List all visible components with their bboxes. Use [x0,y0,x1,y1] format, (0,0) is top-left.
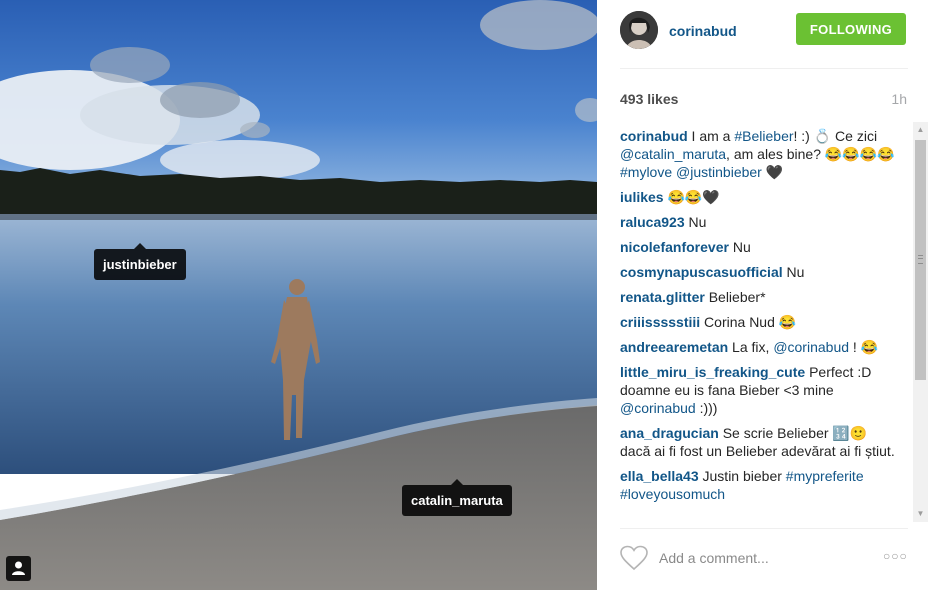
comment-text: , am ales bine? 😂😂😂😂 [726,146,895,162]
post-time[interactable]: 1h [891,91,907,107]
likes-count[interactable]: 493 likes [620,91,678,107]
comment-username[interactable]: renata.glitter [620,289,705,305]
comment-item: iulikes 😂😂🖤 [620,188,900,206]
comment-link[interactable]: @justinbieber [676,164,762,180]
like-heart-icon[interactable] [620,545,648,571]
footer-divider [620,528,908,529]
comment-item: ana_dragucian Se scrie Belieber 🔢🙂 dacă … [620,424,900,460]
add-comment-input[interactable] [659,547,859,569]
comment-link[interactable]: #mylove [620,164,672,180]
comment-item: little_miru_is_freaking_cute Perfect :D … [620,363,900,417]
comment-username[interactable]: iulikes [620,189,664,205]
comment-text: Justin bieber [698,468,786,484]
comment-text: Belieber* [704,289,766,305]
comment-item: andreearemetan La fix, @corinabud ! 😂 [620,338,900,356]
comment-link[interactable]: #Belieber [734,128,793,144]
comment-text: :))) [695,400,718,416]
comment-username[interactable]: raluca923 [620,214,685,230]
comment-item: criiissssstiii Corina Nud 😂 [620,313,900,331]
following-button[interactable]: FOLLOWING [796,13,906,45]
header-divider [620,68,908,69]
comment-username[interactable]: nicolefanforever [620,239,729,255]
user-icon [12,561,25,575]
comment-text: Nu [728,239,751,255]
comments-scrollbar[interactable]: ▲ ▼ [913,122,928,522]
comment-item: renata.glitter Belieber* [620,288,900,306]
post-sidebar: corinabud FOLLOWING 493 likes 1h corinab… [597,0,929,590]
comment-text: ! :) 💍 Ce zici [793,128,878,144]
post-photo[interactable]: justinbieber catalin_maruta [0,0,597,590]
avatar-image [620,11,658,49]
comment-link[interactable]: @corinabud [620,400,696,416]
comment-username[interactable]: corinabud [620,128,688,144]
comment-text: Nu [684,214,707,230]
comment-username[interactable]: ana_dragucian [620,425,719,441]
scroll-up-arrow-icon[interactable]: ▲ [913,122,928,138]
comment-item: raluca923 Nu [620,213,900,231]
comment-username[interactable]: little_miru_is_freaking_cute [620,364,805,380]
comment-text: La fix, [728,339,774,355]
comment-username[interactable]: andreearemetan [620,339,728,355]
comment-username[interactable]: cosmynapuscasuofficial [620,264,783,280]
comment-text: 🖤 [761,164,784,180]
comment-item: nicolefanforever Nu [620,238,900,256]
comment-text: Nu [782,264,805,280]
comment-text: I am a [687,128,735,144]
photo-tag-catalin-maruta[interactable]: catalin_maruta [402,479,512,516]
comment-username[interactable]: ella_bella43 [620,468,699,484]
comment-link[interactable]: @corinabud [773,339,849,355]
comment-link[interactable]: #loveyousomuch [620,486,725,502]
comment-item: cosmynapuscasuofficial Nu [620,263,900,281]
post-author-username[interactable]: corinabud [669,23,737,39]
more-options-icon[interactable]: ○○○ [883,549,908,563]
comment-link[interactable]: #mypreferite [786,468,864,484]
tagged-users-button[interactable] [6,556,31,581]
comment-text: Corina Nud 😂 [700,314,797,330]
comment-text: ! 😂 [849,339,879,355]
comment-link[interactable]: @catalin_maruta [620,146,726,162]
avatar[interactable] [620,11,658,49]
comments-list: corinabud I am a #Belieber! :) 💍 Ce zici… [620,127,900,522]
comment-username[interactable]: criiissssstiii [620,314,700,330]
photo-tag-justinbieber[interactable]: justinbieber [94,243,186,280]
comment-item: corinabud I am a #Belieber! :) 💍 Ce zici… [620,127,900,181]
post-header: corinabud FOLLOWING [620,11,908,51]
scrollbar-thumb[interactable] [915,140,926,380]
scroll-down-arrow-icon[interactable]: ▼ [913,506,928,522]
comment-text: 😂😂🖤 [663,189,720,205]
comment-item: ella_bella43 Justin bieber #mypreferite … [620,467,900,503]
